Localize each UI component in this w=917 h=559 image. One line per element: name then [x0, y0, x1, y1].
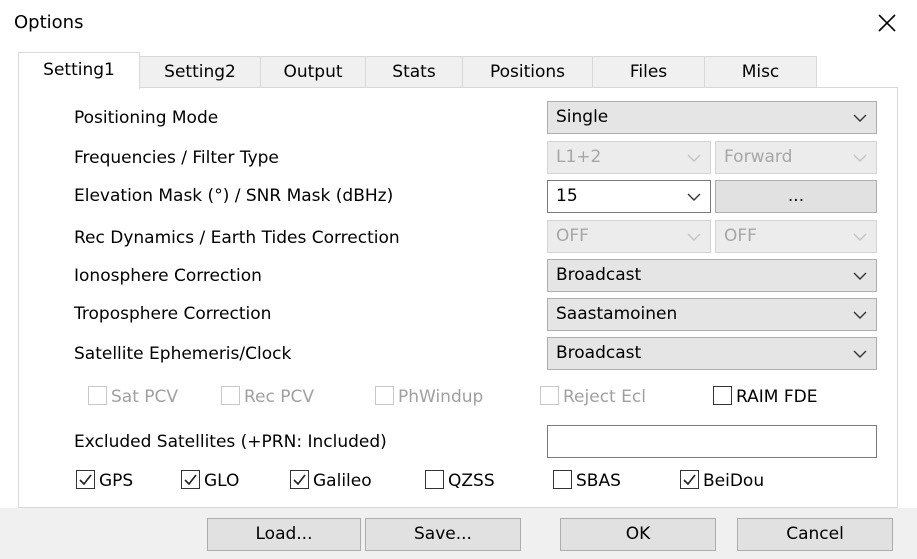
tab-output[interactable]: Output	[260, 56, 366, 87]
positioning-mode-select[interactable]: Single	[547, 101, 877, 134]
checkbox-box	[76, 470, 95, 489]
checkbox-box	[540, 386, 559, 405]
chevron-down-icon	[853, 154, 867, 162]
filter-type-value: Forward	[724, 147, 793, 167]
excluded-satellites-input[interactable]	[547, 425, 877, 458]
qzss-label: QZSS	[448, 471, 495, 491]
checkbox-box	[680, 470, 699, 489]
earth-tides-value: OFF	[724, 226, 757, 246]
checkbox-box	[713, 386, 732, 405]
frequencies-label: Frequencies / Filter Type	[74, 148, 279, 168]
check-icon	[79, 474, 92, 486]
reject-ecl-checkbox[interactable]: Reject Ecl	[540, 386, 646, 408]
ionosphere-label: Ionosphere Correction	[74, 266, 262, 286]
chevron-down-icon	[687, 193, 701, 201]
chevron-down-icon	[853, 272, 867, 280]
ephemeris-value: Broadcast	[556, 343, 642, 363]
troposphere-value: Saastamoinen	[556, 304, 678, 324]
glo-label: GLO	[204, 471, 240, 491]
gps-label: GPS	[99, 471, 134, 491]
tab-setting1[interactable]: Setting1	[18, 52, 140, 89]
chevron-down-icon	[853, 350, 867, 358]
tab-bar: Setting1 Setting2 Output Stats Positions…	[18, 52, 818, 89]
check-icon	[184, 474, 197, 486]
gps-checkbox[interactable]: GPS	[76, 470, 133, 492]
ok-button[interactable]: OK	[560, 518, 716, 551]
elevation-mask-select[interactable]: 15	[547, 180, 711, 213]
check-icon	[293, 474, 306, 486]
rec-dynamics-label: Rec Dynamics / Earth Tides Correction	[74, 228, 400, 248]
check-icon	[683, 474, 696, 486]
ionosphere-select[interactable]: Broadcast	[547, 259, 877, 292]
galileo-checkbox[interactable]: Galileo	[290, 470, 372, 492]
elevation-mask-value: 15	[556, 186, 578, 206]
tab-setting2[interactable]: Setting2	[139, 56, 261, 87]
filter-type-select[interactable]: Forward	[715, 141, 877, 174]
sbas-label: SBAS	[576, 471, 621, 491]
checkbox-box	[181, 470, 200, 489]
checkbox-box	[290, 470, 309, 489]
load-button[interactable]: Load...	[207, 518, 361, 551]
positioning-mode-value: Single	[556, 107, 609, 127]
ephemeris-select[interactable]: Broadcast	[547, 337, 877, 370]
cancel-button[interactable]: Cancel	[737, 518, 893, 551]
glo-checkbox[interactable]: GLO	[181, 470, 239, 492]
close-icon[interactable]	[872, 8, 902, 38]
chevron-down-icon	[853, 311, 867, 319]
elevation-mask-label: Elevation Mask (°) / SNR Mask (dBHz)	[74, 186, 394, 206]
checkbox-box	[425, 470, 444, 489]
beidou-checkbox[interactable]: BeiDou	[680, 470, 764, 492]
rec-dynamics-select[interactable]: OFF	[547, 220, 711, 253]
checkbox-box	[88, 386, 107, 405]
beidou-label: BeiDou	[703, 471, 765, 491]
tab-stats[interactable]: Stats	[365, 56, 463, 87]
rec-pcv-checkbox[interactable]: Rec PCV	[221, 386, 314, 408]
phwindup-label: PhWindup	[398, 387, 484, 407]
checkbox-box	[375, 386, 394, 405]
tab-positions[interactable]: Positions	[462, 56, 593, 87]
raim-fde-checkbox[interactable]: RAIM FDE	[713, 386, 817, 408]
qzss-checkbox[interactable]: QZSS	[425, 470, 495, 492]
tab-misc[interactable]: Misc	[704, 56, 817, 87]
snr-mask-button[interactable]: ...	[715, 180, 877, 213]
sat-pcv-checkbox[interactable]: Sat PCV	[88, 386, 178, 408]
frequencies-select[interactable]: L1+2	[547, 141, 711, 174]
sat-pcv-label: Sat PCV	[111, 387, 179, 407]
ionosphere-value: Broadcast	[556, 265, 642, 285]
chevron-down-icon	[853, 114, 867, 122]
tab-files[interactable]: Files	[592, 56, 705, 87]
troposphere-label: Troposphere Correction	[74, 304, 272, 324]
chevron-down-icon	[687, 154, 701, 162]
checkbox-box	[553, 470, 572, 489]
frequencies-value: L1+2	[556, 147, 602, 167]
sbas-checkbox[interactable]: SBAS	[553, 470, 621, 492]
ephemeris-label: Satellite Ephemeris/Clock	[74, 344, 292, 364]
galileo-label: Galileo	[313, 471, 372, 491]
rec-dynamics-value: OFF	[556, 226, 589, 246]
earth-tides-select[interactable]: OFF	[715, 220, 877, 253]
rec-pcv-label: Rec PCV	[244, 387, 315, 407]
positioning-mode-label: Positioning Mode	[74, 108, 219, 128]
chevron-down-icon	[853, 233, 867, 241]
checkbox-box	[221, 386, 240, 405]
chevron-down-icon	[687, 233, 701, 241]
save-button[interactable]: Save...	[365, 518, 521, 551]
window-title: Options	[14, 12, 84, 33]
raim-fde-label: RAIM FDE	[736, 387, 818, 407]
phwindup-checkbox[interactable]: PhWindup	[375, 386, 483, 408]
troposphere-select[interactable]: Saastamoinen	[547, 298, 877, 331]
reject-ecl-label: Reject Ecl	[563, 387, 646, 407]
excluded-satellites-label: Excluded Satellites (+PRN: Included)	[74, 432, 387, 452]
